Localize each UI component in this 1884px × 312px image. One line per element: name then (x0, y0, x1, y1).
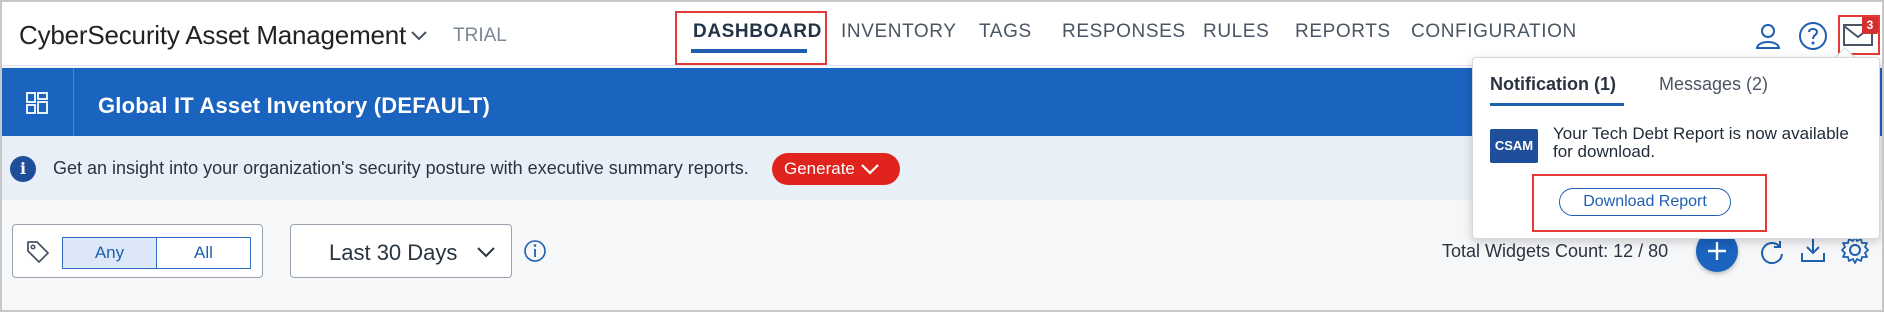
app-title: CyberSecurity Asset Management (19, 20, 407, 50)
tag-match-all[interactable]: All (156, 237, 251, 269)
user-icon[interactable] (1755, 22, 1781, 50)
notification-message: Your Tech Debt Report is now available f… (1553, 124, 1849, 161)
date-range-value: Last 30 Days (329, 240, 458, 265)
tab-responses[interactable]: RESPONSES (1062, 21, 1186, 43)
download-highlight (1532, 174, 1767, 232)
widgets-count: Total Widgets Count: 12 / 80 (1442, 241, 1669, 261)
tab-tags[interactable]: TAGS (979, 21, 1032, 43)
csam-logo: CSAM (1490, 129, 1538, 163)
tab-configuration[interactable]: CONFIGURATION (1411, 21, 1577, 43)
info-banner-text: Get an insight into your organization's … (53, 158, 749, 178)
plus-icon (1708, 242, 1726, 260)
refresh-icon[interactable] (1758, 238, 1786, 266)
download-icon[interactable] (1799, 236, 1827, 264)
date-range-select[interactable]: Last 30 Days (290, 224, 512, 278)
tab-messages[interactable]: Messages (2) (1659, 74, 1768, 95)
generate-button-label: Generate (784, 159, 855, 178)
tag-filter: Any All (12, 224, 263, 278)
notification-panel: Notification (1) Messages (2) CSAM Your … (1472, 57, 1880, 239)
gear-icon[interactable] (1840, 235, 1870, 265)
tab-reports[interactable]: REPORTS (1295, 21, 1391, 43)
tab-inventory[interactable]: INVENTORY (841, 21, 957, 43)
chevron-down-icon[interactable] (408, 24, 430, 46)
generate-button[interactable]: Generate (772, 153, 900, 185)
help-icon[interactable] (1798, 21, 1828, 51)
edition-label: TRIAL (453, 25, 507, 46)
tab-notifications[interactable]: Notification (1) (1490, 74, 1616, 95)
tag-match-any[interactable]: Any (62, 237, 157, 269)
chevron-down-icon (861, 164, 879, 175)
dashboard-layout-button[interactable] (2, 68, 74, 136)
info-icon: i (10, 156, 36, 182)
tag-icon[interactable] (25, 239, 51, 265)
tab-rules[interactable]: RULES (1203, 21, 1269, 43)
dashboard-layout-icon (26, 92, 48, 114)
dashboard-highlight (675, 11, 827, 65)
dashboard-title: Global IT Asset Inventory (DEFAULT) (98, 93, 491, 118)
notification-tab-indicator (1490, 103, 1624, 106)
chevron-down-icon (477, 247, 495, 258)
info-icon[interactable] (523, 239, 547, 263)
app-window: CyberSecurity Asset Management TRIAL DAS… (0, 0, 1884, 312)
